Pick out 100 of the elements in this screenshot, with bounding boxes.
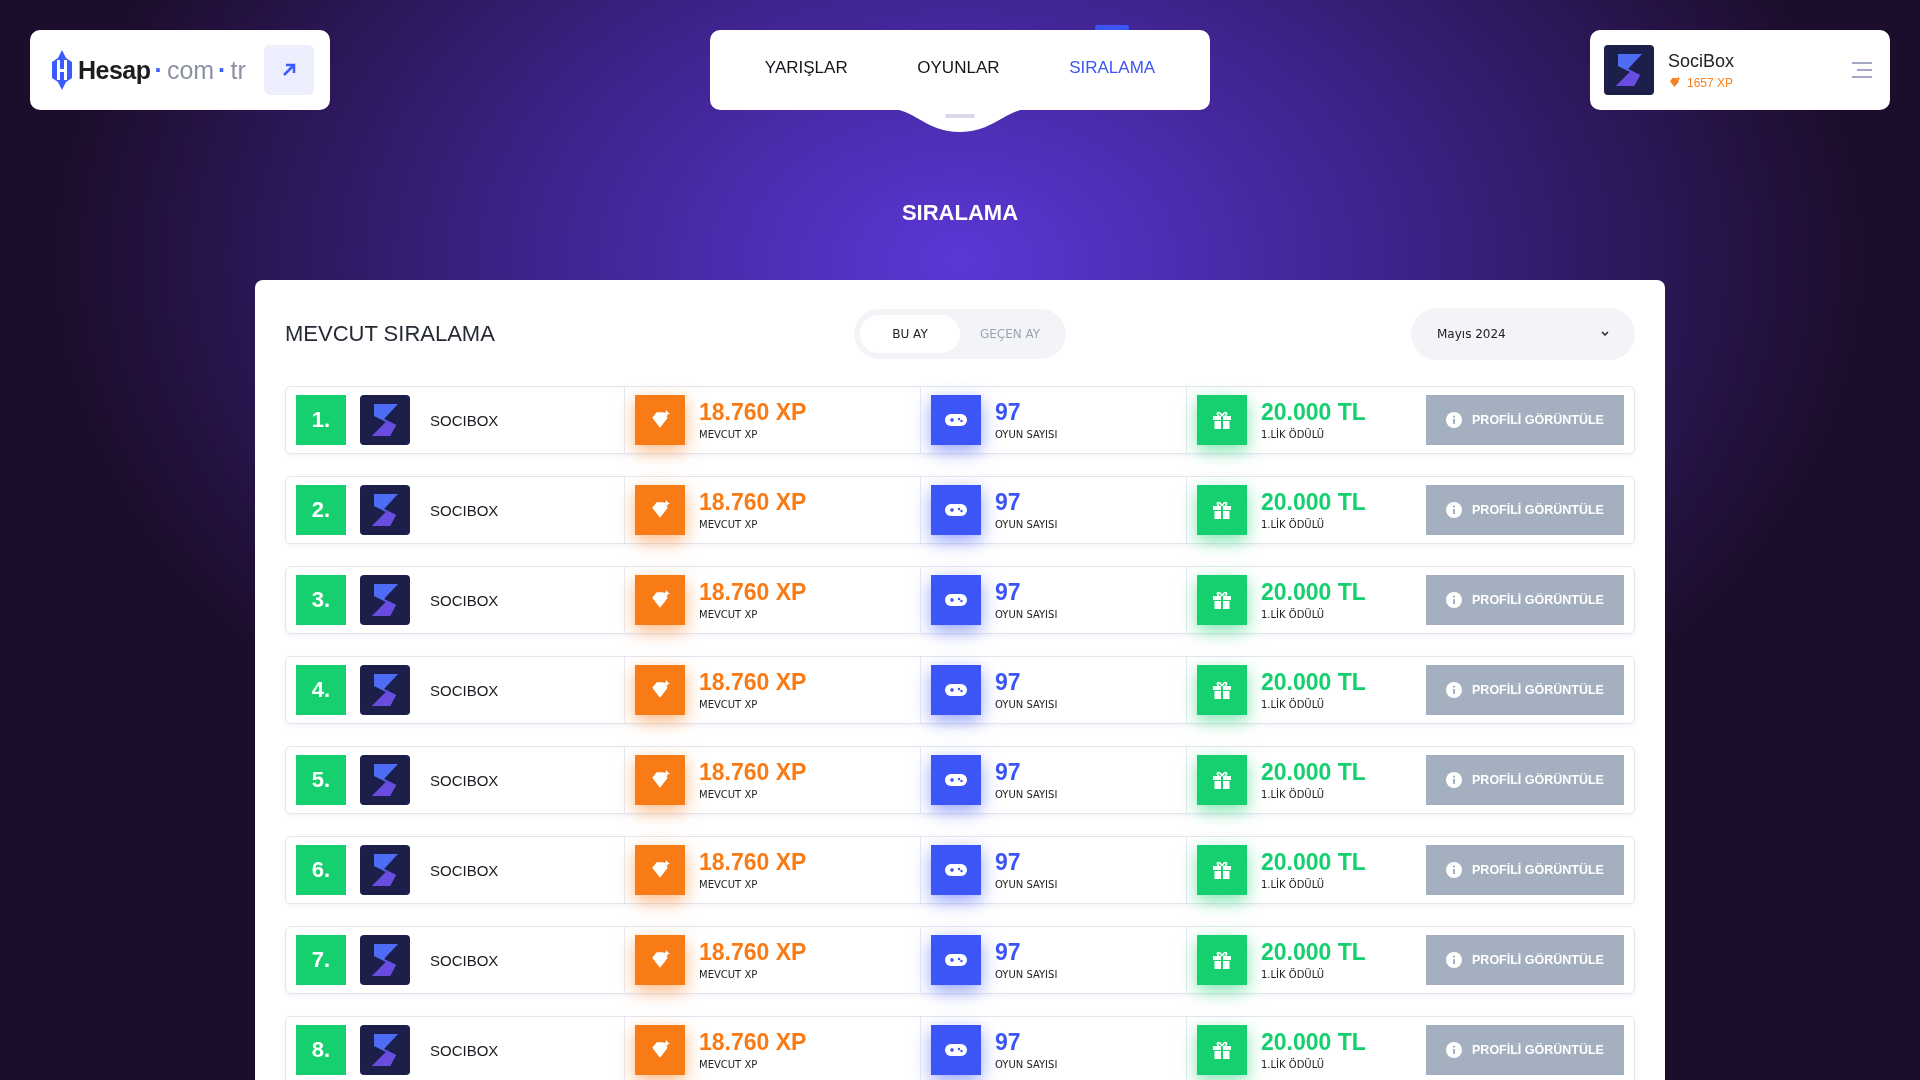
rank-number: 5. xyxy=(296,755,346,805)
games-value: 97 xyxy=(995,400,1022,424)
prize-label: 1.LİK ÖDÜLÜ xyxy=(1261,698,1326,710)
player-name: SOCIBOX xyxy=(430,861,499,879)
nav-tab[interactable]: YARIŞLAR xyxy=(752,25,860,110)
prize-value: 20.000 TL xyxy=(1261,940,1366,964)
rank-number: 4. xyxy=(296,665,346,715)
games-label: OYUN SAYISI xyxy=(995,698,1058,710)
view-profile-button[interactable]: PROFİLİ GÖRÜNTÜLE xyxy=(1426,755,1624,805)
logo-dot: · xyxy=(154,55,163,85)
gamepad-icon xyxy=(931,575,981,625)
logo-text: Hesap xyxy=(78,55,151,85)
gift-icon xyxy=(1197,755,1247,805)
prize-value: 20.000 TL xyxy=(1261,580,1366,604)
games-label: OYUN SAYISI xyxy=(995,428,1058,440)
rank-number: 8. xyxy=(296,1025,346,1075)
logo-text: tr xyxy=(230,55,246,85)
player-name: SOCIBOX xyxy=(430,501,499,519)
view-profile-button[interactable]: PROFİLİ GÖRÜNTÜLE xyxy=(1426,575,1624,625)
xp-label: MEVCUT XP xyxy=(699,428,759,440)
prize-value: 20.000 TL xyxy=(1261,490,1366,514)
rank-number: 6. xyxy=(296,845,346,895)
gamepad-icon xyxy=(931,755,981,805)
gamepad-icon xyxy=(931,935,981,985)
nav-tab[interactable]: OYUNLAR xyxy=(905,25,1012,110)
gamepad-icon xyxy=(931,395,981,445)
info-icon xyxy=(1446,502,1462,518)
gift-icon xyxy=(1197,845,1247,895)
view-profile-button[interactable]: PROFİLİ GÖRÜNTÜLE xyxy=(1426,845,1624,895)
view-profile-button[interactable]: PROFİLİ GÖRÜNTÜLE xyxy=(1426,395,1624,445)
prize-value: 20.000 TL xyxy=(1261,850,1366,874)
month-select[interactable]: Mayıs 2024 xyxy=(1411,308,1635,360)
player-name: SOCIBOX xyxy=(430,681,499,699)
prize-label: 1.LİK ÖDÜLÜ xyxy=(1261,608,1326,620)
prize-label: 1.LİK ÖDÜLÜ xyxy=(1261,788,1326,800)
diamond-icon xyxy=(1668,76,1681,89)
xp-label: MEVCUT XP xyxy=(699,1058,759,1070)
games-label: OYUN SAYISI xyxy=(995,518,1058,530)
gamepad-icon xyxy=(931,845,981,895)
avatar-logo-icon xyxy=(1604,45,1654,95)
rank-number: 2. xyxy=(296,485,346,535)
avatar-logo-icon xyxy=(360,1025,410,1075)
view-profile-button[interactable]: PROFİLİ GÖRÜNTÜLE xyxy=(1426,485,1624,535)
user-xp: 1657 XP xyxy=(1687,75,1734,90)
xp-value: 18.760 XP xyxy=(699,490,807,514)
xp-value: 18.760 XP xyxy=(699,1030,807,1054)
external-link-button[interactable] xyxy=(264,45,314,95)
logo-dot: · xyxy=(218,55,227,85)
xp-label: MEVCUT XP xyxy=(699,608,759,620)
view-profile-button[interactable]: PROFİLİ GÖRÜNTÜLE xyxy=(1426,665,1624,715)
player-name: SOCIBOX xyxy=(430,1041,499,1059)
gamepad-icon xyxy=(931,485,981,535)
xp-label: MEVCUT XP xyxy=(699,788,759,800)
chevron-down-icon xyxy=(1601,331,1609,337)
games-value: 97 xyxy=(995,580,1022,604)
rank-number: 1. xyxy=(296,395,346,445)
view-profile-button[interactable]: PROFİLİ GÖRÜNTÜLE xyxy=(1426,1025,1624,1075)
games-label: OYUN SAYISI xyxy=(995,608,1058,620)
view-profile-button[interactable]: PROFİLİ GÖRÜNTÜLE xyxy=(1426,935,1624,985)
xp-value: 18.760 XP xyxy=(699,940,807,964)
player-name: SOCIBOX xyxy=(430,951,499,969)
logo-icon xyxy=(50,50,74,90)
player-name: SOCIBOX xyxy=(430,411,499,429)
info-icon xyxy=(1446,862,1462,878)
games-label: OYUN SAYISI xyxy=(995,878,1058,890)
avatar-logo-icon xyxy=(360,755,410,805)
prize-label: 1.LİK ÖDÜLÜ xyxy=(1261,428,1326,440)
xp-value: 18.760 XP xyxy=(699,670,807,694)
menu-button[interactable] xyxy=(1852,61,1872,79)
games-label: OYUN SAYISI xyxy=(995,1058,1058,1070)
xp-label: MEVCUT XP xyxy=(699,968,759,980)
xp-value: 18.760 XP xyxy=(699,580,807,604)
xp-value: 18.760 XP xyxy=(699,760,807,784)
page-title: SIRALAMA xyxy=(901,200,1019,226)
period-tab[interactable]: GEÇEN AY xyxy=(960,315,1060,353)
games-value: 97 xyxy=(995,490,1022,514)
gamepad-icon xyxy=(931,1025,981,1075)
nav-tab[interactable]: SIRALAMA xyxy=(1057,25,1168,110)
gift-icon xyxy=(1197,935,1247,985)
gift-icon xyxy=(1197,1025,1247,1075)
period-tab[interactable]: BU AY xyxy=(860,315,960,353)
avatar-logo-icon xyxy=(360,395,410,445)
xp-label: MEVCUT XP xyxy=(699,878,759,890)
player-name: SOCIBOX xyxy=(430,591,499,609)
rank-number: 7. xyxy=(296,935,346,985)
games-label: OYUN SAYISI xyxy=(995,968,1058,980)
gift-icon xyxy=(1197,485,1247,535)
panel-title: MEVCUT SIRALAMA xyxy=(285,321,496,347)
prize-value: 20.000 TL xyxy=(1261,400,1366,424)
gamepad-icon xyxy=(931,665,981,715)
games-value: 97 xyxy=(995,850,1022,874)
info-icon xyxy=(1446,592,1462,608)
prize-label: 1.LİK ÖDÜLÜ xyxy=(1261,878,1326,890)
prize-label: 1.LİK ÖDÜLÜ xyxy=(1261,968,1326,980)
avatar-logo-icon xyxy=(360,935,410,985)
avatar-logo-icon xyxy=(360,575,410,625)
user-name: SociBox xyxy=(1668,50,1736,72)
xp-value: 18.760 XP xyxy=(699,400,807,424)
rank-number: 3. xyxy=(296,575,346,625)
info-icon xyxy=(1446,1042,1462,1058)
